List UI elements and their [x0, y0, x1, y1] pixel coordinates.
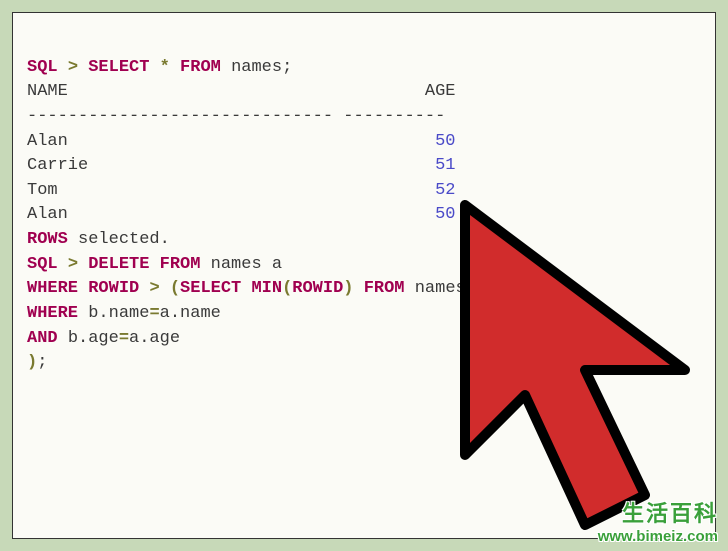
- alias-a: names a: [211, 255, 282, 274]
- row-name: Carrie: [27, 156, 88, 175]
- watermark-text-top: 生活百科: [598, 496, 718, 528]
- rparen: ): [343, 279, 353, 298]
- from-kw: FROM: [160, 255, 201, 274]
- col-name: NAME: [27, 82, 68, 101]
- eq: =: [119, 329, 129, 348]
- select-kw: SELECT: [180, 279, 241, 298]
- aage: a.age: [129, 329, 180, 348]
- row-age: 52: [435, 181, 455, 200]
- star: *: [160, 58, 170, 77]
- watermark-text-bottom: www.bimeiz.com: [598, 528, 718, 545]
- where-kw: WHERE: [27, 279, 78, 298]
- close-paren: ): [27, 353, 37, 372]
- lparen: (: [170, 279, 180, 298]
- aname: a.name: [160, 304, 221, 323]
- row-name: Tom: [27, 181, 58, 200]
- semicolon: ;: [282, 58, 292, 77]
- rowid-kw: ROWID: [88, 279, 139, 298]
- where-kw: WHERE: [27, 304, 78, 323]
- bname: b.name: [88, 304, 149, 323]
- eq: =: [149, 304, 159, 323]
- sql-prompt: SQL: [27, 58, 58, 77]
- row-age: 50: [435, 205, 455, 224]
- bage: b.age: [68, 329, 119, 348]
- row-age: 50: [435, 132, 455, 151]
- delete-kw: DELETE: [88, 255, 149, 274]
- gt-op: >: [149, 279, 159, 298]
- min-kw: MIN: [251, 279, 282, 298]
- sql-terminal: SQL > SELECT * FROM names; NAME AGE ----…: [12, 12, 716, 539]
- row-name: Alan: [27, 205, 68, 224]
- row-age: 51: [435, 156, 455, 175]
- semicolon: ;: [37, 353, 47, 372]
- watermark: 生活百科 www.bimeiz.com: [598, 496, 718, 545]
- sql-prompt: SQL: [27, 255, 58, 274]
- select-kw: SELECT: [88, 58, 149, 77]
- col-age: AGE: [425, 82, 456, 101]
- from-kw: FROM: [364, 279, 405, 298]
- dashes-1: ------------------------------: [27, 107, 333, 126]
- row-name: Alan: [27, 132, 68, 151]
- from-kw: FROM: [180, 58, 221, 77]
- and-kw: AND: [27, 329, 58, 348]
- table-name: names: [231, 58, 282, 77]
- selected-text: selected.: [78, 230, 170, 249]
- alias-b: names b: [415, 279, 486, 298]
- dashes-2: ----------: [343, 107, 445, 126]
- rows-kw: ROWS: [27, 230, 68, 249]
- rowid-kw: ROWID: [292, 279, 343, 298]
- prompt-gt: >: [68, 58, 78, 77]
- prompt-gt: >: [68, 255, 78, 274]
- lparen: (: [282, 279, 292, 298]
